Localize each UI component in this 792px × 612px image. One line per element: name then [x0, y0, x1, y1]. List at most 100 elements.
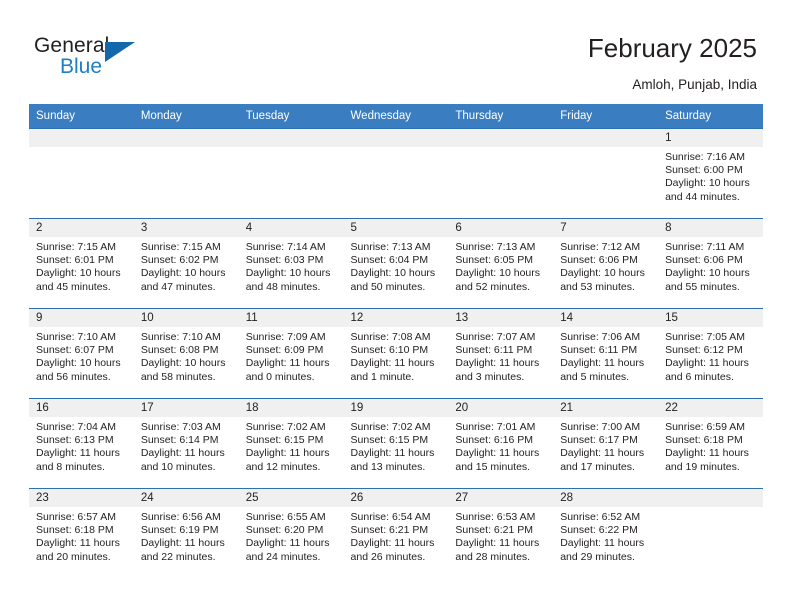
- weekday-header-thursday: Thursday: [448, 104, 554, 129]
- daylight-text: Daylight: 11 hours and 26 minutes.: [350, 537, 435, 563]
- sunrise-text: Sunrise: 6:52 AM: [560, 511, 641, 523]
- calendar-day-cell[interactable]: 14 Sunrise: 7:06 AM Sunset: 6:11 PM Dayligh…: [553, 308, 659, 399]
- calendar-day-cell[interactable]: 26 Sunrise: 6:54 AM Sunset: 6:21 PM Dayligh…: [343, 488, 449, 578]
- sunset-text: Sunset: 6:05 PM: [455, 254, 534, 267]
- calendar-day-cell[interactable]: 11 Sunrise: 7:09 AM Sunset: 6:09 PM Dayligh…: [238, 308, 344, 399]
- calendar-week-row: 23 Sunrise: 6:57 AM Sunset: 6:18 PM Dayligh…: [29, 488, 763, 578]
- sunset-text: Sunset: 6:11 PM: [455, 344, 533, 357]
- day-number: 18: [238, 399, 344, 417]
- weekday-header-row: Sunday Monday Tuesday Wednesday Thursday…: [29, 104, 763, 129]
- daylight-text: Daylight: 11 hours and 3 minutes.: [455, 357, 540, 383]
- day-cell-inner: 5 Sunrise: 7:13 AM Sunset: 6:04 PM Daylight…: [343, 219, 449, 308]
- weekday-header-monday: Monday: [133, 104, 239, 129]
- day-cell-inner: 18 Sunrise: 7:02 AM Sunset: 6:15 PM Dayligh…: [238, 399, 344, 488]
- day-number: 14: [553, 309, 659, 327]
- day-number: 23: [29, 489, 134, 507]
- day-cell-inner: 23 Sunrise: 6:57 AM Sunset: 6:18 PM Dayligh…: [29, 489, 134, 578]
- daylight-text: Daylight: 11 hours and 28 minutes.: [455, 537, 540, 563]
- day-number: 6: [448, 219, 554, 237]
- day-number: 16: [29, 399, 134, 417]
- sunset-text: Sunset: 6:00 PM: [665, 164, 743, 177]
- day-cell-inner: [343, 129, 449, 218]
- day-cell-inner: 15 Sunrise: 7:05 AM Sunset: 6:12 PM Dayligh…: [658, 309, 763, 398]
- calendar-day-cell[interactable]: 15 Sunrise: 7:05 AM Sunset: 6:12 PM Dayligh…: [658, 308, 763, 399]
- calendar-day-cell[interactable]: 17 Sunrise: 7:03 AM Sunset: 6:14 PM Dayligh…: [133, 398, 239, 489]
- calendar-day-cell[interactable]: 16 Sunrise: 7:04 AM Sunset: 6:13 PM Dayligh…: [29, 398, 134, 489]
- calendar-day-cell[interactable]: 12 Sunrise: 7:08 AM Sunset: 6:10 PM Dayligh…: [343, 308, 449, 399]
- weekday-header-sunday: Sunday: [29, 104, 134, 129]
- day-cell-inner: 13 Sunrise: 7:07 AM Sunset: 6:11 PM Dayligh…: [448, 309, 554, 398]
- day-number: [238, 129, 344, 147]
- day-cell-details: Sunrise: 7:16 AM Sunset: 6:00 PM Daylight:…: [658, 147, 763, 204]
- calendar-day-cell[interactable]: 25 Sunrise: 6:55 AM Sunset: 6:20 PM Dayligh…: [238, 488, 344, 578]
- daylight-text: Daylight: 11 hours and 29 minutes.: [560, 537, 645, 563]
- day-cell-inner: 27 Sunrise: 6:53 AM Sunset: 6:21 PM Dayligh…: [448, 489, 554, 578]
- day-cell-details: Sunrise: 7:01 AM Sunset: 6:16 PM Daylight:…: [448, 417, 553, 474]
- sunset-text: Sunset: 6:06 PM: [560, 254, 638, 267]
- day-number: 15: [658, 309, 763, 327]
- day-number: 19: [343, 399, 449, 417]
- calendar-page: General Blue February 2025 Amloh, Punjab…: [0, 0, 792, 612]
- day-cell-inner: 8 Sunrise: 7:11 AM Sunset: 6:06 PM Daylight…: [658, 219, 763, 308]
- day-cell-details: Sunrise: 6:55 AM Sunset: 6:20 PM Daylight:…: [239, 507, 344, 564]
- day-number: 24: [133, 489, 239, 507]
- sunrise-text: Sunrise: 7:15 AM: [36, 241, 116, 253]
- calendar-day-cell[interactable]: 27 Sunrise: 6:53 AM Sunset: 6:21 PM Dayligh…: [448, 488, 554, 578]
- calendar-day-cell[interactable]: 3 Sunrise: 7:15 AM Sunset: 6:02 PM Daylight…: [133, 218, 239, 309]
- day-cell-details: Sunrise: 7:11 AM Sunset: 6:06 PM Daylight:…: [658, 237, 763, 294]
- day-cell-details: Sunrise: 7:15 AM Sunset: 6:01 PM Daylight:…: [29, 237, 134, 294]
- sunrise-text: Sunrise: 7:03 AM: [140, 421, 221, 433]
- calendar-day-cell-empty: [133, 128, 239, 219]
- day-number: 28: [553, 489, 659, 507]
- sunrise-text: Sunrise: 7:12 AM: [560, 241, 641, 253]
- day-cell-inner: 28 Sunrise: 6:52 AM Sunset: 6:22 PM Dayligh…: [553, 489, 659, 578]
- sunset-text: Sunset: 6:10 PM: [350, 344, 429, 357]
- day-cell-details: Sunrise: 7:13 AM Sunset: 6:04 PM Daylight:…: [344, 237, 449, 294]
- calendar-day-cell[interactable]: 5 Sunrise: 7:13 AM Sunset: 6:04 PM Daylight…: [343, 218, 449, 309]
- day-cell-details: Sunrise: 7:09 AM Sunset: 6:09 PM Daylight:…: [239, 327, 344, 384]
- calendar-week-row: 2 Sunrise: 7:15 AM Sunset: 6:01 PM Daylight…: [29, 218, 763, 309]
- weekday-header-tuesday: Tuesday: [238, 104, 344, 129]
- sunset-text: Sunset: 6:07 PM: [36, 344, 114, 357]
- sunrise-text: Sunrise: 6:59 AM: [665, 421, 746, 433]
- calendar-day-cell[interactable]: 10 Sunrise: 7:10 AM Sunset: 6:08 PM Dayligh…: [133, 308, 239, 399]
- sunset-text: Sunset: 6:20 PM: [245, 524, 324, 537]
- calendar-day-cell[interactable]: 13 Sunrise: 7:07 AM Sunset: 6:11 PM Dayligh…: [448, 308, 554, 399]
- daylight-text: Daylight: 10 hours and 58 minutes.: [140, 357, 226, 383]
- sunset-text: Sunset: 6:04 PM: [350, 254, 429, 267]
- general-blue-logo[interactable]: General Blue: [34, 34, 144, 82]
- sunset-text: Sunset: 6:18 PM: [665, 434, 743, 447]
- sunset-text: Sunset: 6:16 PM: [455, 434, 534, 447]
- sunset-text: Sunset: 6:02 PM: [140, 254, 219, 267]
- daylight-text: Daylight: 11 hours and 20 minutes.: [36, 537, 120, 563]
- calendar-day-cell[interactable]: 23 Sunrise: 6:57 AM Sunset: 6:18 PM Dayligh…: [29, 488, 134, 578]
- calendar-day-cell[interactable]: 19 Sunrise: 7:02 AM Sunset: 6:15 PM Dayligh…: [343, 398, 449, 489]
- weekday-header-friday: Friday: [553, 104, 659, 129]
- day-cell-inner: 1 Sunrise: 7:16 AM Sunset: 6:00 PM Daylight…: [658, 129, 763, 218]
- day-cell-inner: 10 Sunrise: 7:10 AM Sunset: 6:08 PM Dayligh…: [133, 309, 239, 398]
- day-number: 8: [658, 219, 763, 237]
- calendar-day-cell[interactable]: 24 Sunrise: 6:56 AM Sunset: 6:19 PM Dayligh…: [133, 488, 239, 578]
- calendar-day-cell[interactable]: 2 Sunrise: 7:15 AM Sunset: 6:01 PM Daylight…: [29, 218, 134, 309]
- day-cell-inner: 6 Sunrise: 7:13 AM Sunset: 6:05 PM Daylight…: [448, 219, 554, 308]
- calendar-day-cell[interactable]: 20 Sunrise: 7:01 AM Sunset: 6:16 PM Dayligh…: [448, 398, 554, 489]
- sunrise-text: Sunrise: 7:11 AM: [665, 241, 745, 253]
- calendar-day-cell[interactable]: 18 Sunrise: 7:02 AM Sunset: 6:15 PM Dayligh…: [238, 398, 344, 489]
- sunrise-text: Sunrise: 6:53 AM: [455, 511, 536, 523]
- day-number: [133, 129, 239, 147]
- calendar-day-cell[interactable]: 1 Sunrise: 7:16 AM Sunset: 6:00 PM Daylight…: [658, 128, 763, 219]
- calendar-day-cell[interactable]: 6 Sunrise: 7:13 AM Sunset: 6:05 PM Daylight…: [448, 218, 554, 309]
- calendar-day-cell[interactable]: 21 Sunrise: 7:00 AM Sunset: 6:17 PM Dayligh…: [553, 398, 659, 489]
- day-number: 7: [553, 219, 659, 237]
- sunrise-text: Sunrise: 7:01 AM: [455, 421, 536, 433]
- calendar-day-cell[interactable]: 22 Sunrise: 6:59 AM Sunset: 6:18 PM Dayligh…: [658, 398, 763, 489]
- calendar-day-cell[interactable]: 7 Sunrise: 7:12 AM Sunset: 6:06 PM Daylight…: [553, 218, 659, 309]
- calendar-day-cell[interactable]: 9 Sunrise: 7:10 AM Sunset: 6:07 PM Daylight…: [29, 308, 134, 399]
- daylight-text: Daylight: 10 hours and 45 minutes.: [36, 267, 121, 293]
- day-cell-details: Sunrise: 6:56 AM Sunset: 6:19 PM Daylight:…: [134, 507, 239, 564]
- daylight-text: Daylight: 11 hours and 6 minutes.: [665, 357, 749, 383]
- calendar-day-cell[interactable]: 28 Sunrise: 6:52 AM Sunset: 6:22 PM Dayligh…: [553, 488, 659, 578]
- calendar-day-cell[interactable]: 4 Sunrise: 7:14 AM Sunset: 6:03 PM Daylight…: [238, 218, 344, 309]
- day-cell-details: Sunrise: 6:54 AM Sunset: 6:21 PM Daylight:…: [344, 507, 449, 564]
- calendar-day-cell[interactable]: 8 Sunrise: 7:11 AM Sunset: 6:06 PM Daylight…: [658, 218, 763, 309]
